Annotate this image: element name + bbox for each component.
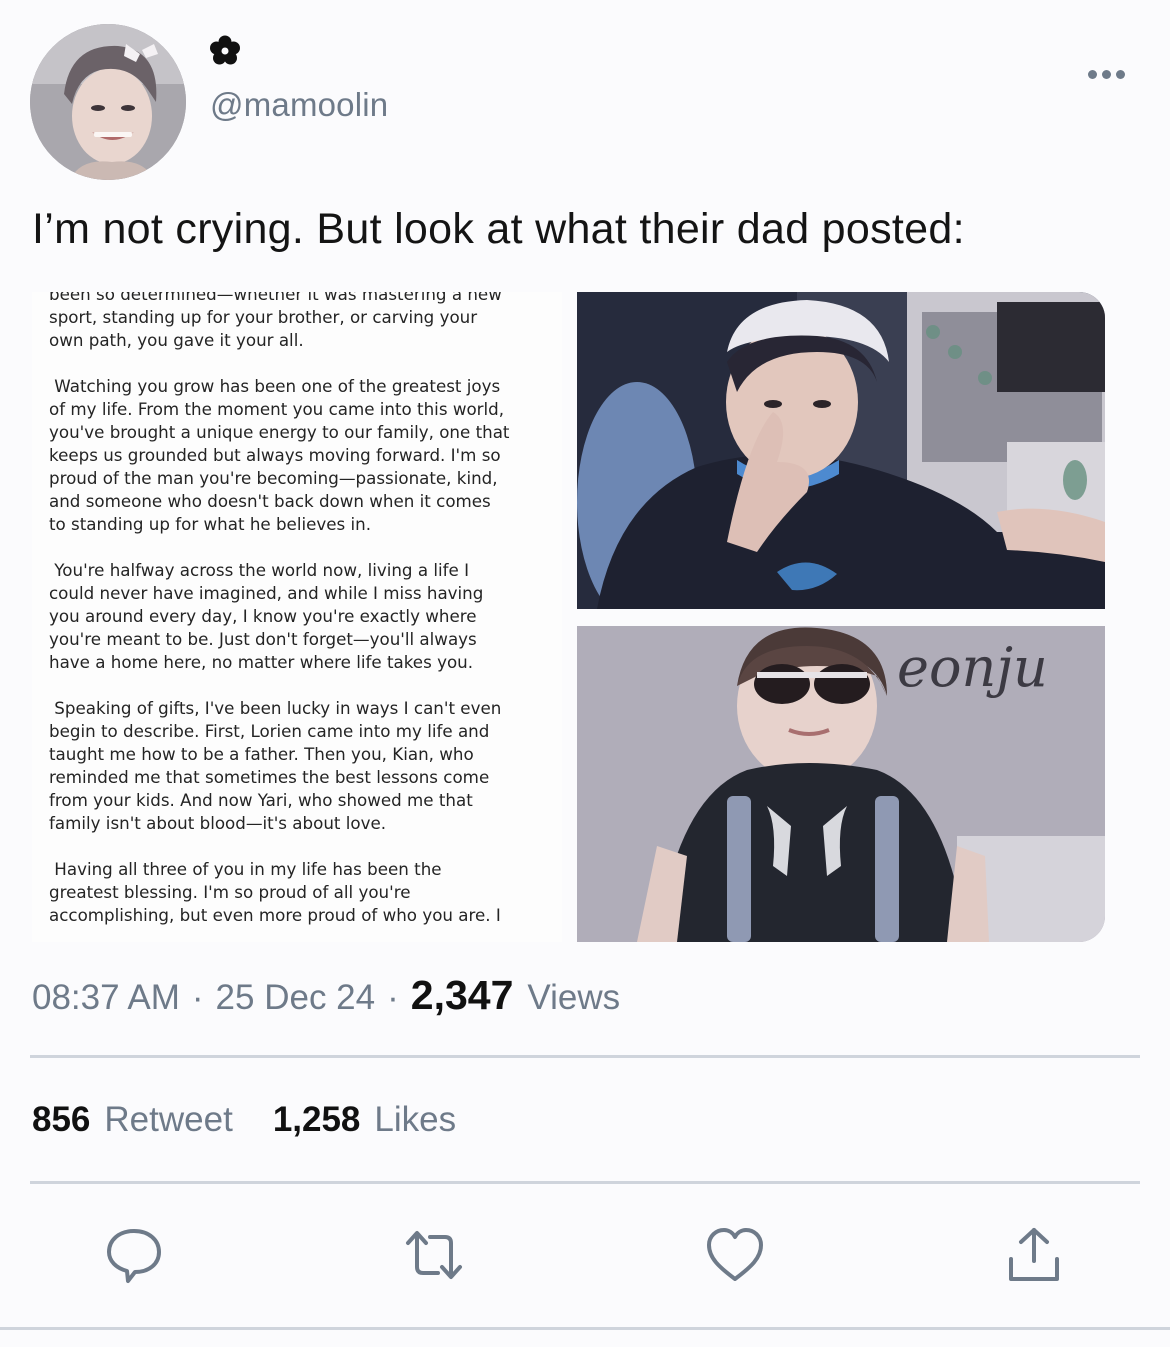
letter-paragraph: Having all three of you in my life has b… <box>49 859 501 925</box>
share-icon[interactable] <box>1004 1225 1064 1285</box>
more-horizontal-icon[interactable] <box>1084 60 1128 88</box>
heart-icon[interactable] <box>705 1225 765 1285</box>
flower-icon <box>208 34 242 68</box>
likes-label[interactable]: Likes <box>374 1100 456 1140</box>
more-dot <box>1115 69 1125 79</box>
divider <box>30 1055 1140 1058</box>
retweet-count[interactable]: 856 <box>32 1100 90 1140</box>
user-handle[interactable]: @mamoolin <box>210 86 388 124</box>
likes-count[interactable]: 1,258 <box>273 1100 361 1140</box>
photo-boy-cap[interactable] <box>577 292 1105 609</box>
photo-boy-sunglasses-image: eonju <box>577 626 1105 942</box>
avatar-photo <box>30 24 186 180</box>
divider <box>30 1181 1140 1184</box>
letter-paragraph: Speaking of gifts, I've been lucky in wa… <box>49 698 502 833</box>
retweet-label[interactable]: Retweet <box>104 1100 232 1140</box>
more-dot <box>1101 69 1111 79</box>
retweet-icon[interactable] <box>404 1225 464 1285</box>
photo-watermark: eonju <box>897 636 1048 699</box>
tweet-text: I’m not crying. But look at what their d… <box>32 205 965 253</box>
tweet-meta: 08:37 AM · 25 Dec 24 · 2,347 Views <box>32 972 620 1019</box>
meta-separator: · <box>387 978 399 1017</box>
letter-paragraph: You're halfway across the world now, liv… <box>49 560 484 672</box>
divider <box>0 1327 1170 1330</box>
letter-image[interactable]: been so determined—whether it was master… <box>32 292 562 942</box>
letter-paragraph: been so determined—whether it was master… <box>49 292 502 350</box>
meta-separator: · <box>191 978 204 1017</box>
tweet-media[interactable]: been so determined—whether it was master… <box>32 292 1110 942</box>
views-count: 2,347 <box>410 972 514 1018</box>
avatar[interactable] <box>30 24 186 180</box>
reply-icon[interactable] <box>104 1225 164 1285</box>
photo-boy-sunglasses[interactable]: eonju <box>577 626 1105 942</box>
more-dot <box>1087 69 1097 79</box>
letter-paragraph: Watching you grow has been one of the gr… <box>49 376 510 534</box>
tweet-stats: 856 Retweet 1,258 Likes <box>32 1100 456 1140</box>
tweet-date: 25 Dec 24 <box>215 978 376 1017</box>
tweet-time: 08:37 AM <box>32 978 180 1017</box>
photo-boy-cap-image <box>577 292 1105 609</box>
views-label: Views <box>527 978 621 1017</box>
